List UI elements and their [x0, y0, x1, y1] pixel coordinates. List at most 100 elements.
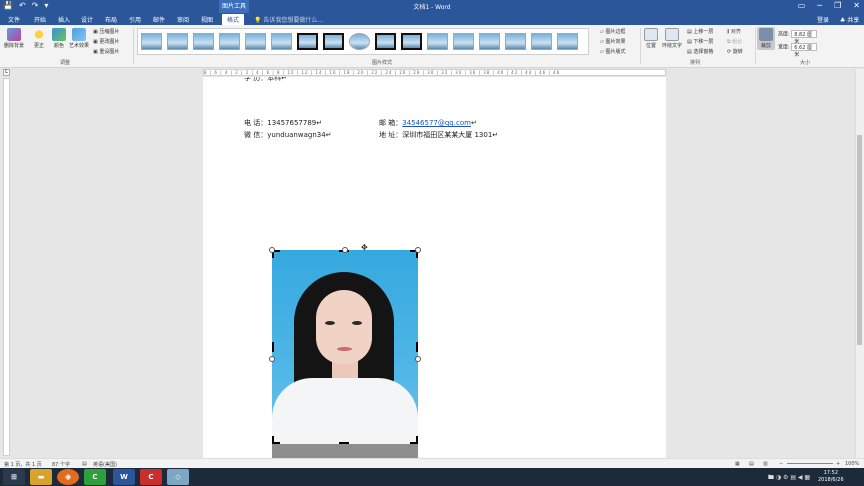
- picture-style-13[interactable]: [453, 33, 474, 50]
- tab-design[interactable]: 设计: [81, 15, 93, 24]
- zoom-level[interactable]: 100%: [845, 461, 859, 467]
- height-input[interactable]: 8.82 厘米: [791, 30, 818, 45]
- share-button[interactable]: ♣ 共享: [840, 15, 859, 24]
- page-count[interactable]: 第 1 页，共 1 页: [4, 461, 42, 468]
- wrap-text-button[interactable]: 环绕文字: [660, 28, 684, 49]
- picture-style-6[interactable]: [271, 33, 292, 50]
- tab-file[interactable]: 文件: [8, 15, 20, 24]
- position-button[interactable]: 位置: [643, 28, 659, 49]
- crop-handle-bottom-right-v[interactable]: [416, 436, 418, 444]
- picture-style-9[interactable]: [349, 33, 370, 50]
- system-tray[interactable]: 🖿 ◑ ⚙ ▤ ◀ ▦: [768, 473, 810, 483]
- tab-format[interactable]: 格式: [222, 14, 245, 25]
- zoom-slider[interactable]: [787, 463, 833, 464]
- close-icon[interactable]: ✕: [853, 1, 860, 10]
- tab-mailings[interactable]: 邮件: [153, 15, 165, 24]
- crop-handle-bottom-left-v[interactable]: [272, 436, 274, 444]
- tab-view[interactable]: 视图: [201, 15, 213, 24]
- proofing-icon[interactable]: ▤: [82, 461, 87, 467]
- selection-pane-button[interactable]: ▤ 选择窗格: [687, 48, 713, 55]
- scrollbar-thumb[interactable]: [857, 135, 862, 345]
- picture-style-15[interactable]: [505, 33, 526, 50]
- rotate-button[interactable]: ⟳ 旋转: [727, 48, 743, 55]
- taskbar: ⊞ ▬ ◉ C W C ◇ 🖿 ◑ ⚙ ▤ ◀ ▦ 17:52 2018/6/2…: [0, 468, 864, 486]
- language[interactable]: 英语(美国): [93, 461, 117, 468]
- read-mode-icon[interactable]: ▦: [735, 461, 740, 467]
- bring-forward-icon: ▤: [687, 29, 692, 35]
- id-photo[interactable]: [272, 250, 418, 444]
- arrange-group-label: 排列: [690, 60, 701, 66]
- width-input[interactable]: 6.62 厘米: [791, 43, 818, 58]
- picture-style-1[interactable]: [141, 33, 162, 50]
- start-button[interactable]: ⊞: [3, 469, 25, 485]
- zoom-out-button[interactable]: −: [779, 461, 783, 467]
- browser-icon[interactable]: ◉: [57, 469, 79, 485]
- crop-button[interactable]: 裁剪: [757, 27, 775, 50]
- crop-handle-left[interactable]: [272, 342, 274, 352]
- reset-picture-button[interactable]: ▣ 重设图片: [93, 48, 119, 55]
- resize-handle-top-left[interactable]: [269, 247, 275, 253]
- group-button[interactable]: ⧉ 组合: [727, 38, 742, 45]
- picture-border-button[interactable]: ▱ 图片边框: [600, 28, 625, 35]
- file-explorer-icon[interactable]: ▬: [30, 469, 52, 485]
- corrections-button[interactable]: 更正: [30, 28, 48, 49]
- tab-insert[interactable]: 插入: [58, 15, 70, 24]
- word-icon[interactable]: W: [113, 469, 135, 485]
- web-layout-icon[interactable]: ▥: [763, 461, 768, 467]
- app-icon[interactable]: ◇: [167, 469, 189, 485]
- resize-handle-left[interactable]: [269, 356, 275, 362]
- picture-style-8[interactable]: [323, 33, 344, 50]
- picture-effects-button[interactable]: ▱ 图片效果: [600, 38, 625, 45]
- tab-home[interactable]: 开始: [34, 15, 46, 24]
- phone-value: 13457657789↵: [267, 119, 323, 127]
- picture-style-5[interactable]: [245, 33, 266, 50]
- picture-style-10[interactable]: [375, 33, 396, 50]
- bring-forward-button[interactable]: ▤ 上移一层: [687, 28, 713, 35]
- horizontal-ruler[interactable]: 8 | 6 | 4 | 2 | 2 | 4 | 6 | 8 | 10 | 12 …: [203, 69, 666, 76]
- picture-style-11[interactable]: [401, 33, 422, 50]
- tab-references[interactable]: 引用: [129, 15, 141, 24]
- group-separator: [755, 28, 756, 64]
- paragraph-mark: ↵: [470, 119, 477, 127]
- picture-style-12[interactable]: [427, 33, 448, 50]
- tell-me-search[interactable]: 💡 告诉我您想要做什么...: [254, 15, 323, 24]
- crop-handle-right[interactable]: [416, 342, 418, 352]
- resize-handle-top[interactable]: [342, 247, 348, 253]
- email-link[interactable]: 34546577@qq.com: [402, 119, 471, 127]
- resize-handle-right[interactable]: [415, 356, 421, 362]
- tab-review[interactable]: 审阅: [177, 15, 189, 24]
- color-button[interactable]: 颜色: [50, 28, 68, 49]
- restore-icon[interactable]: ❐: [834, 1, 841, 10]
- ribbon-display-icon[interactable]: ▭: [798, 1, 806, 10]
- picture-style-16[interactable]: [531, 33, 552, 50]
- send-backward-button[interactable]: ▤ 下移一层: [687, 38, 713, 45]
- picture-style-3[interactable]: [193, 33, 214, 50]
- tab-selector[interactable]: L: [3, 69, 10, 76]
- recorder-icon[interactable]: C: [140, 469, 162, 485]
- address-label: 地 址：: [379, 131, 403, 139]
- artistic-effects-button[interactable]: 艺术效果: [68, 28, 90, 49]
- picture-style-14[interactable]: [479, 33, 500, 50]
- remove-background-button[interactable]: 删除背景: [2, 28, 26, 49]
- clock[interactable]: 17:52 2018/6/26: [818, 470, 844, 484]
- change-picture-button[interactable]: ▣ 更改图片: [93, 38, 119, 45]
- picture-style-4[interactable]: [219, 33, 240, 50]
- picture-layout-button[interactable]: ▱ 图片版式: [600, 48, 625, 55]
- picture-style-17[interactable]: [557, 33, 578, 50]
- tab-layout[interactable]: 布局: [105, 15, 117, 24]
- document-title: 文档1 - Word: [413, 4, 451, 11]
- align-button[interactable]: ⫼ 对齐: [727, 28, 741, 35]
- picture-style-2[interactable]: [167, 33, 188, 50]
- login-link[interactable]: 登录: [817, 15, 829, 24]
- compress-pictures-button[interactable]: ▣ 压缩图片: [93, 28, 119, 35]
- reset-picture-icon: ▣: [93, 49, 98, 55]
- print-layout-icon[interactable]: ▤: [749, 461, 754, 467]
- camtasia-icon[interactable]: C: [84, 469, 106, 485]
- minimize-icon[interactable]: ─: [817, 1, 822, 10]
- word-count[interactable]: 87 个字: [52, 461, 70, 468]
- crop-handle-bottom[interactable]: [339, 442, 349, 444]
- vertical-ruler[interactable]: [3, 78, 10, 456]
- picture-style-7[interactable]: [297, 33, 318, 50]
- zoom-in-button[interactable]: +: [836, 461, 840, 467]
- resize-handle-top-right[interactable]: [415, 247, 421, 253]
